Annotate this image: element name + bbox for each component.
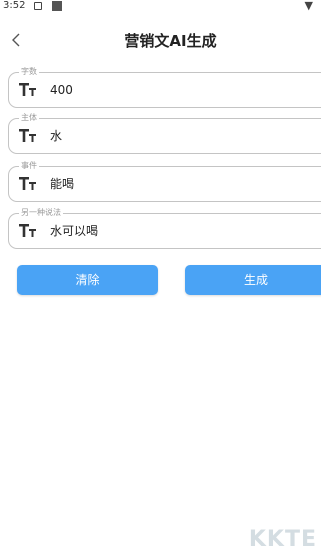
header: 营销文AI生成: [0, 22, 321, 56]
field-label-subject: 主体: [19, 112, 39, 124]
watermark-logo: KKTE: [248, 527, 317, 552]
generate-button[interactable]: 生成: [185, 265, 321, 295]
text-size-icon: [19, 128, 39, 144]
page-title: 营销文AI生成: [124, 32, 217, 50]
notification-icon: [34, 2, 42, 10]
wifi-icon: ▼: [304, 0, 313, 12]
alternate-phrasing-input[interactable]: 水可以喝: [50, 223, 290, 239]
app-notification-icon: [52, 1, 62, 11]
field-label-event: 事件: [19, 160, 39, 172]
word-count-input[interactable]: 400: [50, 82, 290, 98]
text-size-icon: [19, 176, 39, 192]
text-size-icon: [19, 82, 39, 98]
alternate-phrasing-field[interactable]: 另一种说法 水可以喝: [8, 207, 321, 249]
text-size-icon: [19, 223, 39, 239]
event-input[interactable]: 能喝: [50, 176, 290, 192]
status-bar: 3:52 ▼: [0, 0, 321, 14]
clear-button[interactable]: 清除: [17, 265, 158, 295]
subject-field[interactable]: 主体 水: [8, 112, 321, 154]
status-time: 3:52: [3, 0, 26, 11]
event-field[interactable]: 事件 能喝: [8, 160, 321, 202]
field-label-alternate-phrasing: 另一种说法: [19, 207, 63, 219]
field-label-word-count: 字数: [19, 66, 39, 78]
word-count-field[interactable]: 字数 400: [8, 66, 321, 108]
subject-input[interactable]: 水: [50, 128, 290, 144]
